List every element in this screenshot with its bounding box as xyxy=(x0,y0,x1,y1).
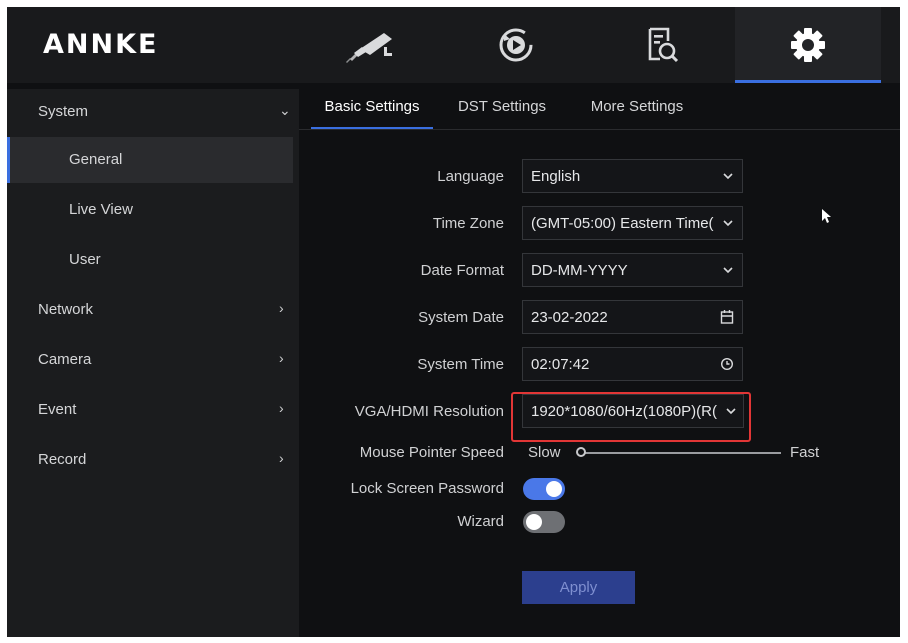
sidebar-item-event[interactable]: Event › xyxy=(7,387,299,433)
tab-more-settings[interactable]: More Settings xyxy=(579,89,695,129)
calendar-icon[interactable] xyxy=(720,309,734,329)
app-window: ANNKE System ⌄ General Live View User Ne… xyxy=(7,7,900,637)
sidebar-item-label: Record xyxy=(38,451,87,468)
sidebar-item-label: Network xyxy=(38,301,94,318)
sidebar-item-label: System xyxy=(38,103,89,120)
sidebar-item-live-view[interactable]: Live View xyxy=(7,187,293,233)
sidebar-item-camera[interactable]: Camera › xyxy=(7,337,299,383)
sidebar: System ⌄ General Live View User Network … xyxy=(7,89,299,637)
slider-min-label: Slow xyxy=(528,444,561,461)
system-time-input[interactable]: 02:07:42 xyxy=(522,347,743,381)
sidebar-item-record[interactable]: Record › xyxy=(7,437,299,483)
wizard-toggle[interactable] xyxy=(523,511,565,533)
resolution-label: VGA/HDMI Resolution xyxy=(354,403,504,420)
lock-screen-label: Lock Screen Password xyxy=(350,480,504,497)
language-value: English xyxy=(531,168,581,185)
settings-tabs: Basic Settings DST Settings More Setting… xyxy=(299,89,900,130)
date-format-value: DD-MM-YYYY xyxy=(531,262,628,279)
mouse-speed-slider[interactable] xyxy=(581,452,781,454)
sidebar-item-label: Camera xyxy=(38,351,92,368)
system-time-label: System Time xyxy=(417,356,504,373)
nav-tab-live-view[interactable] xyxy=(297,7,443,83)
sidebar-item-network[interactable]: Network › xyxy=(7,287,299,333)
system-date-value: 23-02-2022 xyxy=(531,309,608,326)
tab-dst-settings[interactable]: DST Settings xyxy=(447,89,557,129)
system-time-value: 02:07:42 xyxy=(531,356,590,373)
sidebar-item-system[interactable]: System ⌄ xyxy=(7,89,299,135)
nav-tab-settings[interactable] xyxy=(735,7,881,83)
time-zone-label: Time Zone xyxy=(432,215,504,232)
system-date-input[interactable]: 23-02-2022 xyxy=(522,300,743,334)
sidebar-item-user[interactable]: User xyxy=(7,237,293,283)
sidebar-item-label: Event xyxy=(38,401,77,418)
sidebar-item-label: Live View xyxy=(69,201,133,218)
nav-tab-playback[interactable] xyxy=(443,7,589,83)
chevron-down-icon: ⌄ xyxy=(279,102,291,118)
date-format-select[interactable]: DD-MM-YYYY xyxy=(522,253,743,287)
clock-icon[interactable] xyxy=(720,356,734,376)
playback-icon xyxy=(499,28,533,62)
time-zone-value: (GMT-05:00) Eastern Time( xyxy=(531,215,714,232)
sidebar-item-label: General xyxy=(69,151,123,168)
wizard-label: Wizard xyxy=(457,513,504,530)
search-file-icon xyxy=(648,27,679,63)
mouse-speed-slider-handle[interactable] xyxy=(576,447,586,457)
chevron-right-icon: › xyxy=(279,400,284,416)
sidebar-item-label: User xyxy=(69,251,101,268)
language-select[interactable]: English xyxy=(522,159,743,193)
nav-tab-search[interactable] xyxy=(589,7,735,83)
chevron-right-icon: › xyxy=(279,350,284,366)
apply-button[interactable]: Apply xyxy=(522,571,635,604)
camera-icon xyxy=(346,33,392,63)
chevron-right-icon: › xyxy=(279,450,284,466)
slider-max-label: Fast xyxy=(790,444,820,461)
chevron-down-icon xyxy=(722,262,734,282)
chevron-down-icon xyxy=(722,168,734,188)
top-bar: ANNKE xyxy=(7,7,900,83)
mouse-cursor-icon xyxy=(822,209,831,223)
time-zone-select[interactable]: (GMT-05:00) Eastern Time( xyxy=(522,206,743,240)
brand-logo: ANNKE xyxy=(43,29,159,60)
gear-icon xyxy=(791,28,825,62)
date-format-label: Date Format xyxy=(420,262,504,279)
system-date-label: System Date xyxy=(418,309,504,326)
top-nav xyxy=(297,7,900,83)
lock-screen-toggle[interactable] xyxy=(523,478,565,500)
chevron-right-icon: › xyxy=(279,300,284,316)
tab-basic-settings[interactable]: Basic Settings xyxy=(311,89,433,129)
mouse-speed-label: Mouse Pointer Speed xyxy=(359,444,504,461)
chevron-down-icon xyxy=(722,215,734,235)
sidebar-item-general[interactable]: General xyxy=(7,137,293,183)
language-label: Language xyxy=(437,168,504,185)
resolution-highlight-box xyxy=(511,392,751,442)
